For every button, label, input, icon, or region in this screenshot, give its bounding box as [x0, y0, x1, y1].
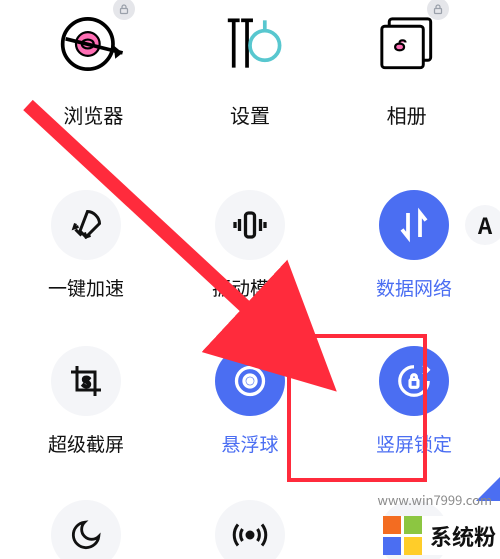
rocket-icon [51, 190, 121, 260]
lock-icon [427, 0, 449, 20]
annotation-highlight-box [287, 334, 427, 482]
hotspot-icon [215, 500, 285, 559]
moon-icon [51, 500, 121, 559]
toggle-label: 悬浮球 [221, 430, 278, 457]
crop-icon: S [51, 346, 121, 416]
app-label: 浏览器 [63, 100, 123, 129]
toggle-label: 数据网络 [376, 274, 452, 301]
toggle-fontsize[interactable]: A [465, 205, 500, 245]
app-label: 相册 [387, 100, 427, 129]
brand-logo [383, 516, 422, 555]
toggle-screenshot[interactable]: S 超级截屏 [26, 346, 146, 457]
brand-url: www.win7999.com [378, 490, 492, 509]
toggle-boost[interactable]: 一键加速 [26, 190, 146, 301]
app-gallery[interactable]: 相册 [347, 4, 467, 129]
toggle-label: 振动模式 [212, 274, 288, 301]
toggle-vibrate[interactable]: 振动模式 [190, 190, 310, 301]
brand-text: 系统粉 [430, 520, 496, 552]
app-settings[interactable]: 设置 [190, 4, 310, 129]
letter-a-icon: A [478, 209, 492, 241]
target-icon [215, 346, 285, 416]
app-browser[interactable]: 浏览器 [33, 4, 153, 129]
toggle-label: 一键加速 [48, 274, 124, 301]
toggle-label: 超级截屏 [48, 430, 124, 457]
vibrate-icon [215, 190, 285, 260]
data-icon [379, 190, 449, 260]
brand-watermark: 系统粉 [373, 516, 496, 555]
toggle-data[interactable]: 数据网络 [354, 190, 474, 301]
toggle-hotspot[interactable] [190, 500, 310, 559]
svg-text:S: S [82, 371, 90, 391]
settings-icon [210, 4, 290, 84]
toggle-night-mode[interactable] [26, 500, 146, 559]
app-label: 设置 [230, 100, 270, 129]
